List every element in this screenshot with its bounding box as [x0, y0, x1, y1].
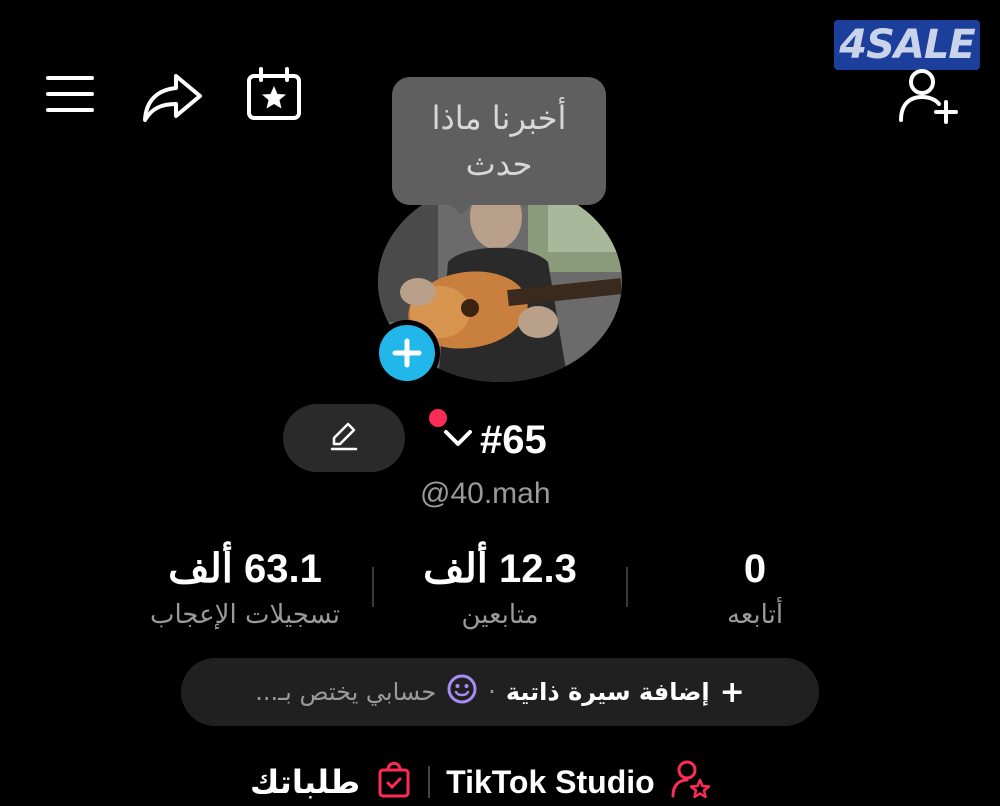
- shopping-bag-icon: [376, 758, 412, 806]
- likes-label: تسجيلات الإعجاب: [149, 600, 341, 630]
- add-story-button[interactable]: [374, 320, 440, 386]
- plus-icon: +: [719, 674, 745, 710]
- pencil-icon: [326, 418, 362, 458]
- followers-count: 12.3 ألف: [423, 547, 577, 591]
- add-bio-label: إضافة سيرة ذاتية: [505, 678, 710, 706]
- following-count: 0: [743, 547, 767, 591]
- menu-icon[interactable]: [44, 72, 96, 116]
- share-icon[interactable]: [140, 70, 204, 124]
- shortcuts-row: طلباتك TikTok Studio: [250, 760, 711, 802]
- watermark-logo: 4SALE: [834, 20, 980, 70]
- chevron-down-icon[interactable]: [440, 426, 476, 450]
- bio-separator: ·: [488, 678, 496, 706]
- stat-followers[interactable]: 12.3 ألف متابعين: [400, 542, 600, 634]
- add-friend-icon[interactable]: [896, 66, 962, 124]
- shortcut-divider: [428, 766, 431, 798]
- smiley-icon: [446, 673, 478, 711]
- tooltip-line-2: حدث: [465, 145, 533, 183]
- followers-label: متابعين: [461, 600, 539, 630]
- tiktok-studio-label[interactable]: TikTok Studio: [446, 764, 655, 801]
- username: @40.mah: [420, 477, 551, 510]
- tooltip-line-1: أخبرنا ماذا: [431, 99, 567, 137]
- display-name[interactable]: #65: [480, 410, 547, 470]
- plus-icon: [379, 325, 435, 381]
- following-label: أتابعه: [726, 600, 784, 630]
- creator-star-icon: [671, 758, 711, 806]
- stat-divider: [626, 567, 628, 607]
- stat-likes[interactable]: 63.1 ألف تسجيلات الإعجاب: [110, 542, 380, 634]
- bio-hint: حسابي يختص بـ...: [255, 678, 437, 706]
- status-tooltip[interactable]: أخبرنا ماذا حدث: [392, 77, 606, 205]
- orders-label[interactable]: طلباتك: [250, 763, 360, 801]
- calendar-star-icon[interactable]: [244, 66, 304, 122]
- likes-count: 63.1 ألف: [168, 547, 322, 591]
- edit-profile-button[interactable]: [283, 404, 405, 472]
- add-bio-button[interactable]: + إضافة سيرة ذاتية · حسابي يختص بـ...: [181, 658, 819, 726]
- stat-following[interactable]: 0 أتابعه: [690, 542, 820, 634]
- tooltip-tail: [449, 203, 473, 215]
- notification-dot: [429, 409, 447, 427]
